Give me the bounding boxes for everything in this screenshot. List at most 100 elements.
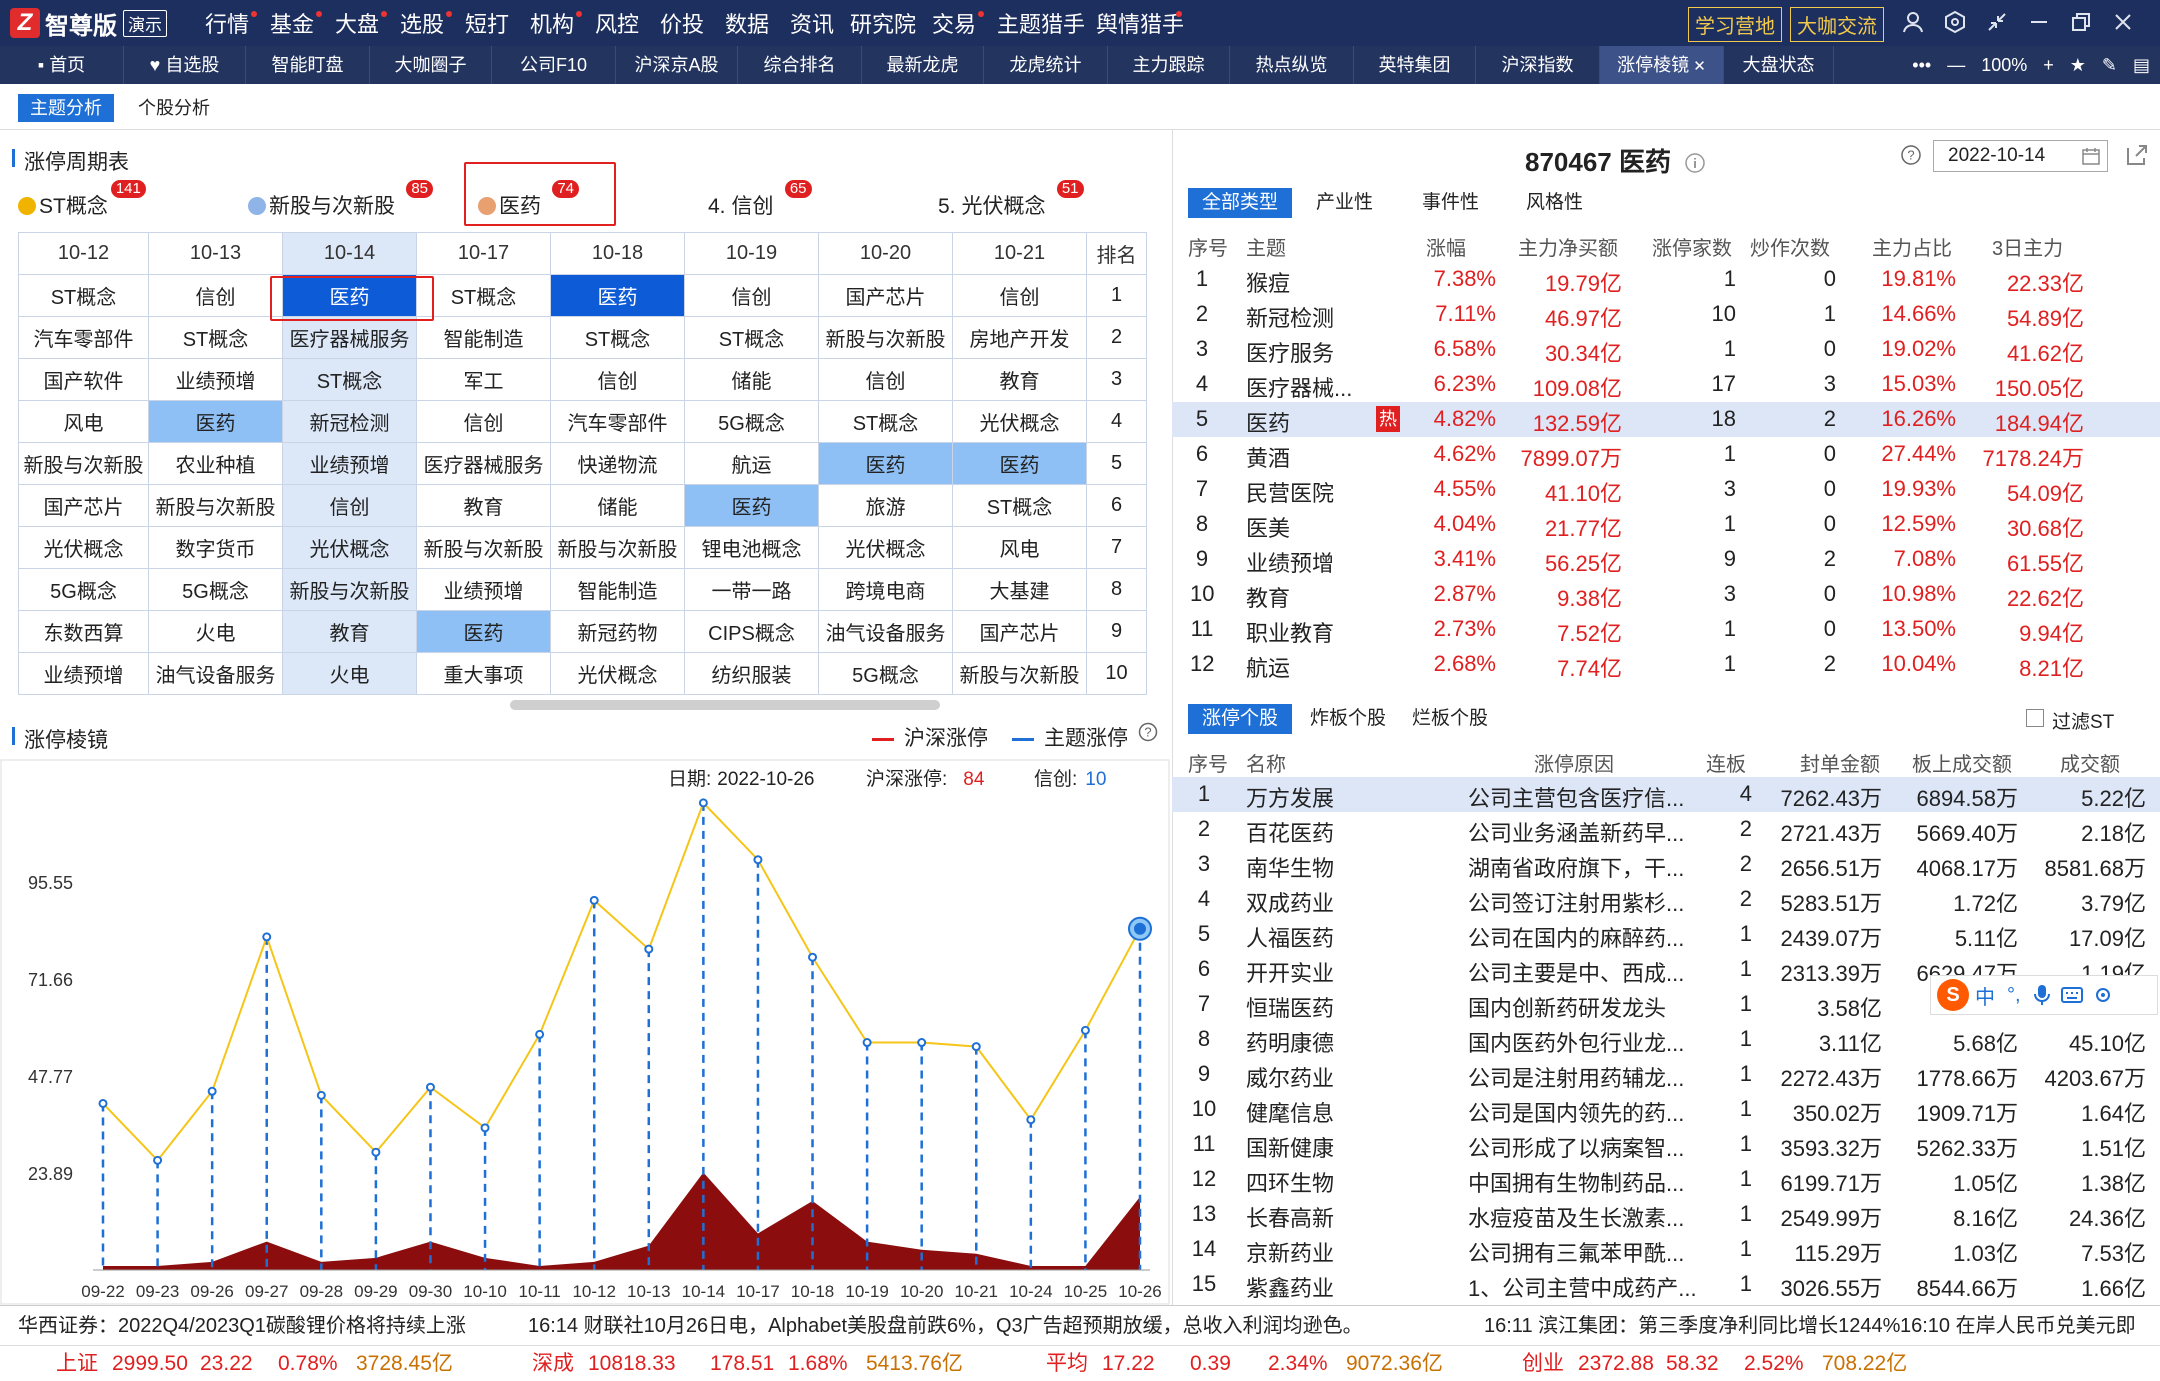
- segment-0[interactable]: 全部类型: [1188, 188, 1293, 218]
- data-point[interactable]: [480, 1123, 490, 1133]
- ticker-news[interactable]: 16:10 在岸人民币兑美元即: [1900, 1306, 2136, 1346]
- data-point[interactable]: [808, 952, 818, 962]
- close-icon[interactable]: [2102, 11, 2144, 39]
- stock-col-header[interactable]: 名称: [1246, 748, 1286, 777]
- index-name[interactable]: 创业: [1522, 1346, 1564, 1381]
- stock-row[interactable]: 4双成药业2连板公司签订注射用紫杉...25283.51万1.72亿3.79亿: [1172, 882, 2160, 917]
- menu-item-13[interactable]: 舆情猎手: [1096, 7, 1184, 39]
- data-point[interactable]: [971, 1042, 981, 1052]
- theme-row[interactable]: 11 职业教育 2.73% 7.52亿 1 0 13.50% 9.94亿: [1172, 612, 2160, 647]
- settings-icon[interactable]: [1934, 10, 1976, 39]
- stock-name[interactable]: 药明康德: [1246, 1026, 1334, 1058]
- data-point[interactable]: [862, 1038, 872, 1048]
- cycle-theme-cell[interactable]: 储能: [550, 484, 685, 527]
- ticker-news[interactable]: 16:14 财联社10月26日电，Alphabet美股盘前跌6%，Q3广告超预期…: [528, 1306, 1363, 1346]
- cycle-theme-cell[interactable]: 新股与次新股: [282, 568, 417, 611]
- theme-col-header[interactable]: 炒作次数: [1750, 232, 1830, 261]
- data-point[interactable]: [1080, 1025, 1090, 1035]
- cycle-theme-cell[interactable]: 信创: [818, 358, 953, 401]
- cycle-theme-cell[interactable]: 信创: [684, 274, 819, 317]
- stock-row[interactable]: 10健麾信息首板公司是国内领先的药...1350.02万1909.71万1.64…: [1172, 1092, 2160, 1127]
- stock-name[interactable]: 人福医药: [1246, 921, 1334, 953]
- tab-0[interactable]: ▪ 首页: [0, 46, 124, 84]
- cycle-theme-cell[interactable]: 光伏概念: [282, 526, 417, 569]
- stock-row[interactable]: 2百花医药2连板公司业务涵盖新药早...22721.43万5669.40万2.1…: [1172, 812, 2160, 847]
- menu-item-1[interactable]: 基金: [260, 7, 324, 39]
- tab-10[interactable]: 热点纵览: [1230, 46, 1354, 84]
- cycle-theme-cell[interactable]: 业绩预增: [416, 568, 551, 611]
- theme-col-header[interactable]: 涨停家数: [1652, 232, 1732, 261]
- data-point[interactable]: [153, 1155, 163, 1165]
- cycle-theme-cell[interactable]: 教育: [282, 610, 417, 653]
- data-point[interactable]: [1026, 1115, 1036, 1125]
- cycle-theme-cell[interactable]: 信创: [282, 484, 417, 527]
- tab-6[interactable]: 综合排名: [738, 46, 862, 84]
- cycle-theme-cell[interactable]: ST概念: [684, 316, 819, 359]
- stock-name[interactable]: 国新健康: [1246, 1131, 1334, 1163]
- tab-14[interactable]: 大盘状态: [1724, 46, 1834, 84]
- index-name[interactable]: 深成: [532, 1346, 574, 1381]
- cycle-date-header[interactable]: 10-21: [952, 232, 1087, 275]
- cycle-theme-cell[interactable]: 农业种植: [148, 442, 283, 485]
- stock-row[interactable]: 13长春高新首板水痘疫苗及生长激素...12549.99万8.16亿24.36亿: [1172, 1197, 2160, 1232]
- punctuation-icon[interactable]: °,: [2007, 984, 2021, 1007]
- stock-col-header[interactable]: 成交额: [2060, 748, 2120, 777]
- cycle-theme-cell[interactable]: ST概念: [282, 358, 417, 401]
- stock-segment-0[interactable]: 涨停个股: [1188, 704, 1293, 734]
- theme-row[interactable]: 10 教育 2.87% 9.38亿 3 0 10.98% 22.62亿: [1172, 577, 2160, 612]
- theme-analysis-tab[interactable]: 主题分析: [18, 94, 114, 122]
- layout-icon[interactable]: ▤: [2133, 55, 2150, 76]
- menu-item-6[interactable]: 风控: [585, 7, 649, 39]
- cycle-theme-cell[interactable]: 汽车零部件: [550, 400, 685, 443]
- cycle-theme-cell[interactable]: ST概念: [148, 316, 283, 359]
- ticker-news[interactable]: 华西证券：2022Q4/2023Q1碳酸锂价格将持续上涨: [18, 1306, 466, 1346]
- prism-chart[interactable]: 23.89 47.77 71.66 95.55 09-22 09-23 09-26 09-27…: [0, 715, 1170, 1305]
- stock-col-header[interactable]: 封单金额: [1800, 748, 1880, 777]
- tab-1[interactable]: ♥ 自选股: [124, 46, 246, 84]
- user-icon[interactable]: [1892, 11, 1934, 39]
- tab-11[interactable]: 英特集团: [1354, 46, 1476, 84]
- filter-st-checkbox[interactable]: [2026, 709, 2044, 727]
- microphone-icon[interactable]: [2033, 984, 2051, 1006]
- cycle-theme-cell[interactable]: 军工: [416, 358, 551, 401]
- stock-name[interactable]: 双成药业: [1246, 886, 1334, 918]
- data-point[interactable]: [589, 895, 599, 905]
- cycle-theme-cell[interactable]: 业绩预增: [148, 358, 283, 401]
- data-point[interactable]: [98, 1098, 108, 1108]
- stock-name[interactable]: 恒瑞医药: [1246, 991, 1334, 1023]
- cycle-theme-cell[interactable]: ST概念: [550, 316, 685, 359]
- expert-chat-button[interactable]: 大咖交流: [1790, 7, 1884, 42]
- cycle-theme-cell[interactable]: 重大事项: [416, 652, 551, 695]
- cycle-theme-cell[interactable]: 国产芯片: [818, 274, 953, 317]
- cycle-theme-cell[interactable]: 风电: [18, 400, 149, 443]
- stock-row[interactable]: 8药明康德首板国内医药外包行业龙...13.11亿5.68亿45.10亿: [1172, 1022, 2160, 1057]
- theme-row[interactable]: 12 航运 2.68% 7.74亿 1 2 10.04% 8.21亿: [1172, 647, 2160, 682]
- tab-9[interactable]: 主力跟踪: [1108, 46, 1230, 84]
- theme-col-header[interactable]: 主力占比: [1872, 232, 1952, 261]
- index-name[interactable]: 上证: [56, 1346, 98, 1381]
- data-point[interactable]: [425, 1082, 435, 1092]
- stock-row[interactable]: 12四环生物首板中国拥有生物制药品...16199.71万1.05亿1.38亿: [1172, 1162, 2160, 1197]
- cycle-theme-cell[interactable]: 纺织服装: [684, 652, 819, 695]
- cycle-theme-cell[interactable]: 医药: [818, 442, 953, 485]
- stock-row[interactable]: 3南华生物2连板湖南省政府旗下，干...22656.51万4068.17万858…: [1172, 847, 2160, 882]
- theme-col-header[interactable]: 涨幅: [1426, 232, 1466, 261]
- theme-row[interactable]: 8 医美 4.04% 21.77亿 1 0 12.59% 30.68亿: [1172, 507, 2160, 542]
- cycle-theme-cell[interactable]: ST概念: [818, 400, 953, 443]
- menu-item-9[interactable]: 资讯: [780, 7, 844, 39]
- stock-row[interactable]: 1万方发展7天5板公司主营包含医疗信...47262.43万6894.58万5.…: [1172, 777, 2160, 812]
- cycle-theme-cell[interactable]: 医药: [550, 274, 685, 317]
- index-name[interactable]: 平均: [1046, 1346, 1088, 1381]
- stock-name[interactable]: 四环生物: [1246, 1166, 1334, 1198]
- menu-item-10[interactable]: 研究院: [845, 7, 921, 39]
- cycle-date-header[interactable]: 10-14: [282, 232, 417, 275]
- data-point[interactable]: [371, 1147, 381, 1157]
- data-point[interactable]: [535, 1029, 545, 1039]
- learn-camp-button[interactable]: 学习营地: [1688, 7, 1782, 42]
- cycle-date-header[interactable]: 10-18: [550, 232, 685, 275]
- cycle-theme-cell[interactable]: 信创: [416, 400, 551, 443]
- cycle-date-header[interactable]: 10-17: [416, 232, 551, 275]
- sogou-icon[interactable]: S: [1937, 979, 1969, 1011]
- data-point[interactable]: [917, 1038, 927, 1048]
- cycle-theme-cell[interactable]: 油气设备服务: [148, 652, 283, 695]
